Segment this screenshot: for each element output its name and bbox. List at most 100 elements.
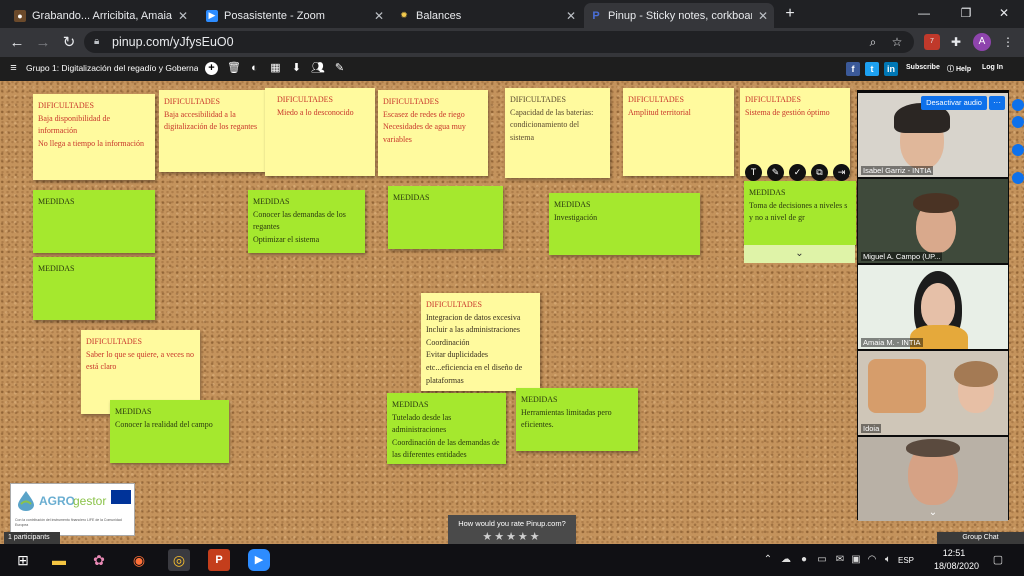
notifications-icon[interactable]: ▢	[992, 554, 1004, 566]
windows-start-icon[interactable]: ⊞	[12, 549, 34, 571]
help-link[interactable]: ⓘ Help	[947, 64, 971, 74]
note-medidas-6[interactable]: MEDIDAS Toma de decisiones a niveles s y…	[744, 181, 856, 245]
side-dot-icon[interactable]	[1012, 172, 1024, 184]
stop-audio-button[interactable]: Desactivar audio	[921, 96, 987, 110]
users-icon[interactable]: 👥︎	[311, 62, 325, 75]
note-expand-chevron-icon[interactable]: ⌄	[744, 245, 855, 263]
volume-icon[interactable]: 🔈︎	[882, 554, 894, 566]
side-dot-icon[interactable]	[1012, 99, 1024, 111]
more-options-icon[interactable]: ···	[989, 96, 1005, 110]
add-note-icon[interactable]: +	[205, 62, 218, 75]
clock[interactable]: 12:51 18/08/2020	[934, 547, 979, 573]
side-dot-icon[interactable]	[1012, 116, 1024, 128]
note-dificultades-9[interactable]: DIFICULTADES Integracion de datos excesi…	[421, 293, 540, 391]
note-dificultades-4[interactable]: DIFICULTADES Escasez de redes de riego N…	[378, 90, 488, 176]
tab-pinup[interactable]: P Pinup - Sticky notes, corkboards, ✕	[584, 3, 774, 28]
language-indicator[interactable]: ESP	[898, 556, 914, 565]
tab-label: Grabando... Arricibita, Amaia Irene	[32, 9, 172, 22]
zoom-magnifier-icon[interactable]: ⌕	[865, 34, 881, 50]
rating-stars[interactable]: ★★★★★	[448, 530, 576, 543]
map-background	[868, 359, 926, 413]
download-icon[interactable]: ⬇	[290, 62, 303, 75]
note-dificultades-2[interactable]: DIFICULTADES Baja accesibilidad a la dig…	[159, 90, 279, 172]
chevron-down-icon[interactable]: ⌄	[857, 505, 1009, 521]
rating-widget[interactable]: How would you rate Pinup.com? ★★★★★	[448, 515, 576, 544]
brush-icon[interactable]: ✎	[767, 164, 784, 181]
battery-icon[interactable]: ▭	[816, 554, 828, 566]
mail-icon[interactable]: ✉	[834, 554, 846, 566]
note-medidas-4[interactable]: MEDIDAS	[388, 186, 503, 249]
note-medidas-9[interactable]: MEDIDAS Herramientas limitadas pero efic…	[516, 388, 638, 451]
kebab-menu-icon[interactable]: ⋮	[1000, 34, 1016, 50]
note-title: MEDIDAS	[392, 400, 429, 409]
forward-arrow-icon[interactable]: →	[34, 34, 52, 52]
layout-icon[interactable]: ▦	[269, 62, 282, 75]
note-dificultades-7[interactable]: DIFICULTADES Sistema de gestión óptimo	[740, 88, 850, 176]
close-icon[interactable]: ✕	[374, 9, 384, 23]
group-chat-button[interactable]: Group Chat	[937, 532, 1024, 544]
login-link[interactable]: Log In	[982, 64, 1003, 71]
note-line: Escasez de redes de riego	[383, 109, 465, 119]
side-dot-icon[interactable]	[1012, 144, 1024, 156]
video-tile-2[interactable]: Miguel A. Campo (UP...	[858, 179, 1008, 263]
participants-count[interactable]: 1 participants	[4, 532, 60, 544]
note-dificultades-3[interactable]: DIFICULTADES Miedo a lo desconocido	[265, 88, 375, 176]
note-dificultades-6[interactable]: DIFICULTADES Amplitud territorial	[623, 88, 734, 176]
cloud-icon[interactable]: ☁	[780, 554, 792, 566]
exit-icon[interactable]: ⇥	[833, 164, 850, 181]
format-icon[interactable]: T	[745, 164, 762, 181]
close-icon[interactable]: ✕	[566, 9, 576, 23]
reload-icon[interactable]: ↻	[60, 34, 78, 52]
note-line: etc...eficiencia en el diseño de platafo…	[426, 362, 523, 385]
powerpoint-icon[interactable]: P	[208, 549, 230, 571]
tab-balances[interactable]: ✹ Balances ✕	[392, 3, 582, 28]
note-medidas-2[interactable]: MEDIDAS	[33, 257, 155, 320]
note-medidas-5[interactable]: MEDIDAS Investigación	[549, 193, 700, 255]
puzzle-extensions-icon[interactable]: ✚	[948, 34, 964, 50]
note-dificultades-5[interactable]: DIFICULTADES Capacidad de las baterias: …	[505, 88, 610, 178]
participant-name: Amaia M. - INTIA	[861, 338, 923, 347]
note-medidas-8[interactable]: MEDIDAS Tutelado desde las administracio…	[387, 393, 506, 464]
file-explorer-icon[interactable]: ▬	[48, 549, 70, 571]
hamburger-menu-icon[interactable]: ≡	[7, 62, 20, 75]
close-window-button[interactable]: ✕	[990, 4, 1018, 22]
edit-icon[interactable]: ✎	[333, 62, 346, 75]
profile-avatar[interactable]: A	[973, 33, 991, 51]
facebook-icon[interactable]: f	[846, 62, 860, 76]
twitter-icon[interactable]: t	[865, 62, 879, 76]
copy-icon[interactable]: ⧉	[811, 164, 828, 181]
paint-icon[interactable]: ✿	[88, 549, 110, 571]
note-medidas-3[interactable]: MEDIDAS Conocer las demandas de los rega…	[248, 190, 365, 253]
restore-button[interactable]: ❐	[952, 4, 980, 22]
trash-icon[interactable]: 🗑︎	[227, 62, 241, 75]
bookmark-star-icon[interactable]: ☆	[889, 34, 905, 50]
chrome-icon[interactable]: ◎	[168, 549, 190, 571]
tab-zoom[interactable]: ▶ Posasistente - Zoom ✕	[200, 3, 390, 28]
palette-icon[interactable]: ◐	[248, 62, 261, 75]
wifi-icon[interactable]: ◠	[866, 554, 878, 566]
note-dificultades-1[interactable]: DIFICULTADES Baja disponibilidad de info…	[33, 94, 155, 180]
minimize-button[interactable]: —	[910, 4, 938, 22]
recording-tray-icon[interactable]: ●	[798, 554, 810, 566]
tab-recording[interactable]: ● Grabando... Arricibita, Amaia Irene ✕	[8, 3, 194, 28]
zoom-app-icon[interactable]: ▶	[248, 549, 270, 571]
close-icon[interactable]: ✕	[758, 9, 768, 23]
extension-icon[interactable]: 7	[924, 34, 940, 50]
check-icon[interactable]: ✓	[789, 164, 806, 181]
video-tile-4[interactable]: Idoia	[858, 351, 1008, 435]
video-tile-3[interactable]: Amaia M. - INTIA	[858, 265, 1008, 349]
note-line: Conocer las demandas de los regantes	[253, 209, 346, 232]
firefox-icon[interactable]: ◉	[128, 549, 150, 571]
close-icon[interactable]: ✕	[178, 9, 188, 23]
chevron-up-icon[interactable]: ⌃	[762, 554, 774, 566]
monitor-icon[interactable]: ▣	[850, 554, 862, 566]
address-bar[interactable]: 🔒︎ pinup.com/yJfysEuO0	[84, 31, 914, 53]
linkedin-icon[interactable]: in	[884, 62, 898, 76]
note-medidas-1[interactable]: MEDIDAS	[33, 190, 155, 253]
tab-label: Balances	[416, 9, 462, 22]
new-tab-button[interactable]: +	[780, 5, 800, 23]
back-arrow-icon[interactable]: ←	[8, 34, 26, 52]
note-medidas-7[interactable]: MEDIDAS Conocer la realidad del campo	[110, 400, 229, 463]
note-line: Incluir a las administraciones	[426, 325, 520, 335]
subscribe-link[interactable]: Subscribe	[906, 64, 940, 71]
